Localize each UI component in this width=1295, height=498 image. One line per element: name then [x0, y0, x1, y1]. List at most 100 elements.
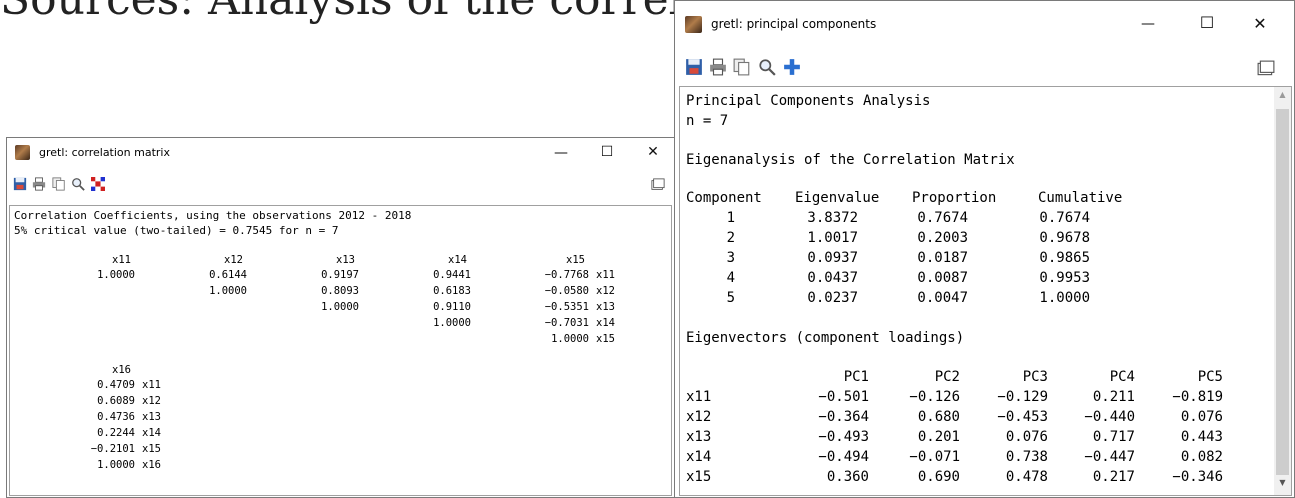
eigen-cell: 0.0237: [807, 290, 858, 306]
header-line: 5% critical value (two-tailed) = 0.7545 …: [14, 224, 339, 237]
eigen-cell: 0.9865: [1039, 250, 1090, 266]
window-list-icon[interactable]: [651, 178, 665, 192]
add-icon[interactable]: [783, 58, 801, 76]
search-icon[interactable]: [71, 177, 85, 191]
loading-cell: −0.364: [818, 409, 869, 425]
loading-cell: 0.690: [917, 469, 960, 485]
loading-cell: 0.082: [1180, 449, 1223, 465]
print-icon[interactable]: [709, 58, 727, 76]
column-header: x14: [448, 254, 467, 266]
row-label: x12: [686, 409, 712, 425]
eigen-cell: 0.9678: [1039, 230, 1090, 246]
row-label: x14: [686, 449, 712, 465]
eigen-cell: 0.9953: [1039, 270, 1090, 286]
scrollbar-thumb[interactable]: [1276, 109, 1289, 475]
eigen-cell: 1: [726, 210, 735, 226]
correlation-cell: −0.5351: [544, 301, 589, 313]
loading-cell: 0.201: [917, 429, 960, 445]
eigen-cell: 0.0437: [807, 270, 858, 286]
pc-column-header: PC1: [843, 369, 869, 385]
maximize-button[interactable]: ☐: [597, 145, 617, 159]
loading-cell: −0.453: [997, 409, 1048, 425]
eigen-column-header: Component: [686, 190, 762, 206]
correlation-cell: −0.7031: [544, 317, 589, 329]
eigen-column-header: Proportion: [912, 190, 997, 206]
loading-cell: 0.478: [1005, 469, 1048, 485]
output-text-area[interactable]: Correlation Coefficients, using the obse…: [9, 205, 672, 496]
row-label: x14: [596, 317, 615, 329]
eigen-cell: 0.0047: [917, 290, 968, 306]
output-text-area[interactable]: Principal Components Analysis n = 7 Eige…: [679, 86, 1292, 496]
correlation-cell: 0.6144: [209, 269, 247, 281]
search-icon[interactable]: [758, 58, 776, 76]
loading-cell: −0.071: [909, 449, 960, 465]
close-button[interactable]: ✕: [1249, 16, 1271, 32]
correlation-cell: −0.0580: [544, 285, 589, 297]
scroll-down-arrow[interactable]: ▼: [1274, 479, 1291, 487]
minimize-button[interactable]: —: [1137, 17, 1159, 31]
loading-cell: −0.129: [997, 389, 1048, 405]
window-list-icon[interactable]: [1257, 60, 1275, 78]
copy-icon[interactable]: [733, 58, 751, 76]
correlation-cell: 1.0000: [433, 317, 471, 329]
save-icon[interactable]: [13, 177, 27, 191]
maximize-button[interactable]: ☐: [1196, 15, 1218, 31]
loading-cell: 0.076: [1005, 429, 1048, 445]
row-label: x14: [142, 427, 161, 439]
gretl-app-icon: [685, 16, 702, 33]
column-header: x13: [336, 254, 355, 266]
eigen-cell: 0.0937: [807, 250, 858, 266]
correlation-cell: 1.0000: [97, 459, 135, 471]
correlation-cell: 1.0000: [321, 301, 359, 313]
principal-components-window: gretl: principal components — ☐ ✕ Princi…: [674, 0, 1295, 498]
eigen-cell: 2: [726, 230, 735, 246]
correlation-cell: 0.8093: [321, 285, 359, 297]
title-bar[interactable]: gretl: principal components — ☐ ✕: [675, 1, 1294, 45]
loading-cell: 0.076: [1180, 409, 1223, 425]
eigen-cell: 0.2003: [917, 230, 968, 246]
column-header: x12: [224, 254, 243, 266]
eigen-column-header: Cumulative: [1038, 190, 1123, 206]
correlation-cell: 0.4709: [97, 379, 135, 391]
loading-cell: 0.738: [1005, 449, 1048, 465]
correlation-cell: 1.0000: [97, 269, 135, 281]
row-label: x15: [142, 443, 161, 455]
print-icon[interactable]: [32, 177, 46, 191]
column-header: x11: [112, 254, 131, 266]
correlation-cell: 0.6183: [433, 285, 471, 297]
save-icon[interactable]: [685, 58, 703, 76]
loading-cell: 0.211: [1092, 389, 1135, 405]
scroll-up-arrow[interactable]: ▲: [1274, 91, 1291, 99]
pc-column-header: PC3: [1022, 369, 1048, 385]
loading-cell: 0.217: [1092, 469, 1135, 485]
eigen-cell: 4: [726, 270, 735, 286]
correlation-cell: −0.2101: [90, 443, 135, 455]
correlation-cell: 0.2244: [97, 427, 135, 439]
correlation-cell: 0.9441: [433, 269, 471, 281]
correlation-cell: 1.0000: [209, 285, 247, 297]
copy-icon[interactable]: [52, 177, 66, 191]
correlation-cell: 0.4736: [97, 411, 135, 423]
pc-column-header: PC4: [1109, 369, 1135, 385]
eigen-cell: 0.0187: [917, 250, 968, 266]
title-bar[interactable]: gretl: correlation matrix — ☐ ✕: [7, 138, 674, 168]
loading-cell: −0.346: [1172, 469, 1223, 485]
correlation-matrix-window: gretl: correlation matrix — ☐ ✕ Correlat…: [6, 137, 675, 498]
loading-cell: 0.443: [1180, 429, 1223, 445]
loading-cell: −0.494: [818, 449, 869, 465]
heatmap-icon[interactable]: [91, 177, 105, 191]
row-label: x11: [142, 379, 161, 391]
toolbar: [7, 172, 674, 198]
row-label: x15: [596, 333, 615, 345]
eigen-cell: 1.0017: [807, 230, 858, 246]
close-button[interactable]: ✕: [643, 145, 663, 159]
eigen-cell: 0.7674: [917, 210, 968, 226]
loading-cell: −0.440: [1084, 409, 1135, 425]
row-label: x12: [596, 285, 615, 297]
minimize-button[interactable]: —: [551, 146, 571, 160]
row-label: x13: [686, 429, 712, 445]
pc-column-header: PC2: [934, 369, 960, 385]
correlation-cell: 0.9110: [433, 301, 471, 313]
vertical-scrollbar[interactable]: ▲ ▼: [1274, 87, 1291, 495]
eigenanalysis-title: Eigenanalysis of the Correlation Matrix: [686, 152, 1015, 168]
